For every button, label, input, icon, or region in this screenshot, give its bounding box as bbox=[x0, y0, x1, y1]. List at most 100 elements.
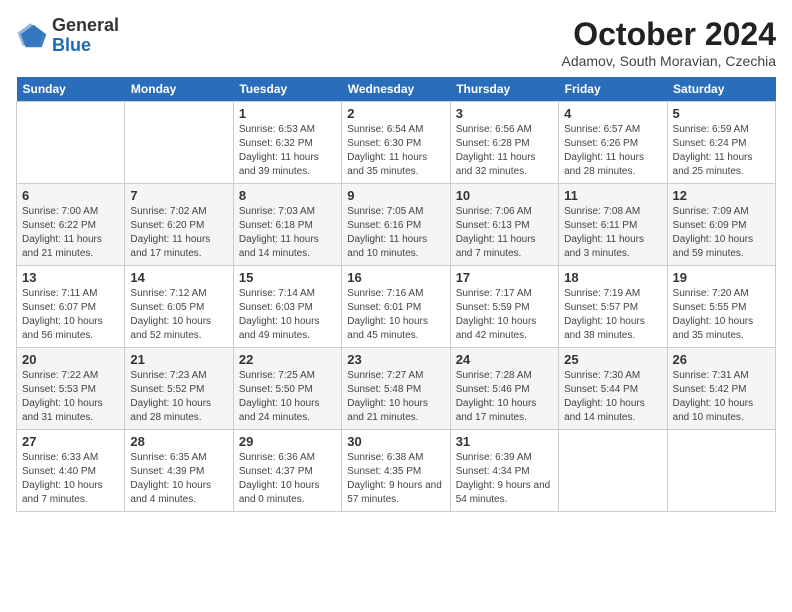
day-number: 4 bbox=[564, 106, 661, 121]
day-number: 26 bbox=[673, 352, 770, 367]
day-number: 24 bbox=[456, 352, 553, 367]
calendar-cell: 29Sunrise: 6:36 AM Sunset: 4:37 PM Dayli… bbox=[233, 430, 341, 512]
calendar-cell: 26 Sunrise: 7:31 AM Sunset: 5:42 PM Dayli… bbox=[667, 348, 775, 430]
day-info: Sunrise: 6:39 AM Sunset: 4:34 PM Dayligh… bbox=[456, 451, 553, 507]
day-info: Sunrise: 7:02 AM Sunset: 6:20 PM Dayligh… bbox=[130, 205, 227, 261]
calendar-cell: 17Sunrise: 7:17 AM Sunset: 5:59 PM Dayli… bbox=[450, 266, 558, 348]
day-number: 2 bbox=[347, 106, 444, 121]
calendar-cell: 14 Sunrise: 7:12 AM Sunset: 6:05 PM Dayli… bbox=[125, 266, 233, 348]
calendar-table: SundayMondayTuesdayWednesdayThursdayFrid… bbox=[16, 77, 776, 512]
day-number: 21 bbox=[130, 352, 227, 367]
calendar-cell: 20 Sunrise: 7:22 AM Sunset: 5:53 PM Dayli… bbox=[17, 348, 125, 430]
month-title: October 2024 bbox=[561, 16, 776, 53]
day-number: 20 bbox=[22, 352, 119, 367]
day-info: Sunrise: 7:17 AM Sunset: 5:59 PM Dayligh… bbox=[456, 287, 553, 343]
logo-icon bbox=[16, 20, 48, 52]
day-info: Sunrise: 6:38 AM Sunset: 4:35 PM Dayligh… bbox=[347, 451, 444, 507]
day-info: Sunrise: 7:28 AM Sunset: 5:46 PM Dayligh… bbox=[456, 369, 553, 425]
logo-general: General bbox=[52, 16, 119, 36]
calendar-cell: 30 Sunrise: 6:38 AM Sunset: 4:35 PM Dayli… bbox=[342, 430, 450, 512]
calendar-week-row: 13Sunrise: 7:11 AM Sunset: 6:07 PM Dayli… bbox=[17, 266, 776, 348]
calendar-cell: 8 Sunrise: 7:03 AM Sunset: 6:18 PM Daylig… bbox=[233, 184, 341, 266]
day-number: 9 bbox=[347, 188, 444, 203]
day-number: 19 bbox=[673, 270, 770, 285]
day-info: Sunrise: 7:19 AM Sunset: 5:57 PM Dayligh… bbox=[564, 287, 661, 343]
calendar-cell: 11 Sunrise: 7:08 AM Sunset: 6:11 PM Dayli… bbox=[559, 184, 667, 266]
calendar-cell: 4 Sunrise: 6:57 AM Sunset: 6:26 PM Daylig… bbox=[559, 102, 667, 184]
calendar-cell: 1Sunrise: 6:53 AM Sunset: 6:32 PM Daylig… bbox=[233, 102, 341, 184]
day-info: Sunrise: 7:03 AM Sunset: 6:18 PM Dayligh… bbox=[239, 205, 336, 261]
weekday-header: Wednesday bbox=[342, 77, 450, 102]
calendar-cell: 27Sunrise: 6:33 AM Sunset: 4:40 PM Dayli… bbox=[17, 430, 125, 512]
weekday-header: Friday bbox=[559, 77, 667, 102]
day-info: Sunrise: 7:22 AM Sunset: 5:53 PM Dayligh… bbox=[22, 369, 119, 425]
weekday-header: Sunday bbox=[17, 77, 125, 102]
day-info: Sunrise: 7:09 AM Sunset: 6:09 PM Dayligh… bbox=[673, 205, 770, 261]
day-number: 11 bbox=[564, 188, 661, 203]
day-number: 10 bbox=[456, 188, 553, 203]
day-number: 7 bbox=[130, 188, 227, 203]
calendar-cell: 23Sunrise: 7:27 AM Sunset: 5:48 PM Dayli… bbox=[342, 348, 450, 430]
calendar-cell: 18 Sunrise: 7:19 AM Sunset: 5:57 PM Dayli… bbox=[559, 266, 667, 348]
day-number: 5 bbox=[673, 106, 770, 121]
day-info: Sunrise: 6:36 AM Sunset: 4:37 PM Dayligh… bbox=[239, 451, 336, 507]
day-number: 25 bbox=[564, 352, 661, 367]
weekday-header: Monday bbox=[125, 77, 233, 102]
day-number: 30 bbox=[347, 434, 444, 449]
calendar-cell: 25 Sunrise: 7:30 AM Sunset: 5:44 PM Dayli… bbox=[559, 348, 667, 430]
day-info: Sunrise: 7:08 AM Sunset: 6:11 PM Dayligh… bbox=[564, 205, 661, 261]
title-block: October 2024 Adamov, South Moravian, Cze… bbox=[561, 16, 776, 69]
day-info: Sunrise: 7:31 AM Sunset: 5:42 PM Dayligh… bbox=[673, 369, 770, 425]
calendar-cell bbox=[17, 102, 125, 184]
day-info: Sunrise: 7:23 AM Sunset: 5:52 PM Dayligh… bbox=[130, 369, 227, 425]
weekday-header-row: SundayMondayTuesdayWednesdayThursdayFrid… bbox=[17, 77, 776, 102]
calendar-week-row: 1Sunrise: 6:53 AM Sunset: 6:32 PM Daylig… bbox=[17, 102, 776, 184]
day-number: 15 bbox=[239, 270, 336, 285]
day-info: Sunrise: 6:53 AM Sunset: 6:32 PM Dayligh… bbox=[239, 123, 336, 179]
weekday-header: Saturday bbox=[667, 77, 775, 102]
day-number: 22 bbox=[239, 352, 336, 367]
day-info: Sunrise: 6:57 AM Sunset: 6:26 PM Dayligh… bbox=[564, 123, 661, 179]
calendar-cell: 7 Sunrise: 7:02 AM Sunset: 6:20 PM Daylig… bbox=[125, 184, 233, 266]
calendar-cell: 16 Sunrise: 7:16 AM Sunset: 6:01 PM Dayli… bbox=[342, 266, 450, 348]
day-info: Sunrise: 7:16 AM Sunset: 6:01 PM Dayligh… bbox=[347, 287, 444, 343]
calendar-cell: 28 Sunrise: 6:35 AM Sunset: 4:39 PM Dayli… bbox=[125, 430, 233, 512]
calendar-cell: 15 Sunrise: 7:14 AM Sunset: 6:03 PM Dayli… bbox=[233, 266, 341, 348]
logo-blue: Blue bbox=[52, 36, 119, 56]
day-info: Sunrise: 7:27 AM Sunset: 5:48 PM Dayligh… bbox=[347, 369, 444, 425]
calendar-week-row: 6 Sunrise: 7:00 AM Sunset: 6:22 PM Daylig… bbox=[17, 184, 776, 266]
weekday-header: Thursday bbox=[450, 77, 558, 102]
calendar-cell: 6 Sunrise: 7:00 AM Sunset: 6:22 PM Daylig… bbox=[17, 184, 125, 266]
day-number: 16 bbox=[347, 270, 444, 285]
weekday-header: Tuesday bbox=[233, 77, 341, 102]
day-number: 18 bbox=[564, 270, 661, 285]
day-number: 28 bbox=[130, 434, 227, 449]
calendar-cell: 13Sunrise: 7:11 AM Sunset: 6:07 PM Dayli… bbox=[17, 266, 125, 348]
calendar-cell bbox=[125, 102, 233, 184]
day-number: 31 bbox=[456, 434, 553, 449]
day-info: Sunrise: 6:54 AM Sunset: 6:30 PM Dayligh… bbox=[347, 123, 444, 179]
day-info: Sunrise: 7:12 AM Sunset: 6:05 PM Dayligh… bbox=[130, 287, 227, 343]
day-number: 8 bbox=[239, 188, 336, 203]
calendar-cell: 3Sunrise: 6:56 AM Sunset: 6:28 PM Daylig… bbox=[450, 102, 558, 184]
calendar-week-row: 27Sunrise: 6:33 AM Sunset: 4:40 PM Dayli… bbox=[17, 430, 776, 512]
day-info: Sunrise: 7:00 AM Sunset: 6:22 PM Dayligh… bbox=[22, 205, 119, 261]
day-number: 14 bbox=[130, 270, 227, 285]
day-info: Sunrise: 7:05 AM Sunset: 6:16 PM Dayligh… bbox=[347, 205, 444, 261]
calendar-cell: 2 Sunrise: 6:54 AM Sunset: 6:30 PM Daylig… bbox=[342, 102, 450, 184]
calendar-cell: 9 Sunrise: 7:05 AM Sunset: 6:16 PM Daylig… bbox=[342, 184, 450, 266]
day-info: Sunrise: 6:59 AM Sunset: 6:24 PM Dayligh… bbox=[673, 123, 770, 179]
day-number: 6 bbox=[22, 188, 119, 203]
logo: General Blue bbox=[16, 16, 119, 56]
day-info: Sunrise: 6:35 AM Sunset: 4:39 PM Dayligh… bbox=[130, 451, 227, 507]
day-info: Sunrise: 6:33 AM Sunset: 4:40 PM Dayligh… bbox=[22, 451, 119, 507]
day-number: 12 bbox=[673, 188, 770, 203]
day-info: Sunrise: 7:30 AM Sunset: 5:44 PM Dayligh… bbox=[564, 369, 661, 425]
calendar-cell: 19 Sunrise: 7:20 AM Sunset: 5:55 PM Dayli… bbox=[667, 266, 775, 348]
day-number: 3 bbox=[456, 106, 553, 121]
page-header: General Blue October 2024 Adamov, South … bbox=[16, 16, 776, 69]
day-info: Sunrise: 7:14 AM Sunset: 6:03 PM Dayligh… bbox=[239, 287, 336, 343]
calendar-cell: 22Sunrise: 7:25 AM Sunset: 5:50 PM Dayli… bbox=[233, 348, 341, 430]
day-info: Sunrise: 7:20 AM Sunset: 5:55 PM Dayligh… bbox=[673, 287, 770, 343]
calendar-cell: 21 Sunrise: 7:23 AM Sunset: 5:52 PM Dayli… bbox=[125, 348, 233, 430]
